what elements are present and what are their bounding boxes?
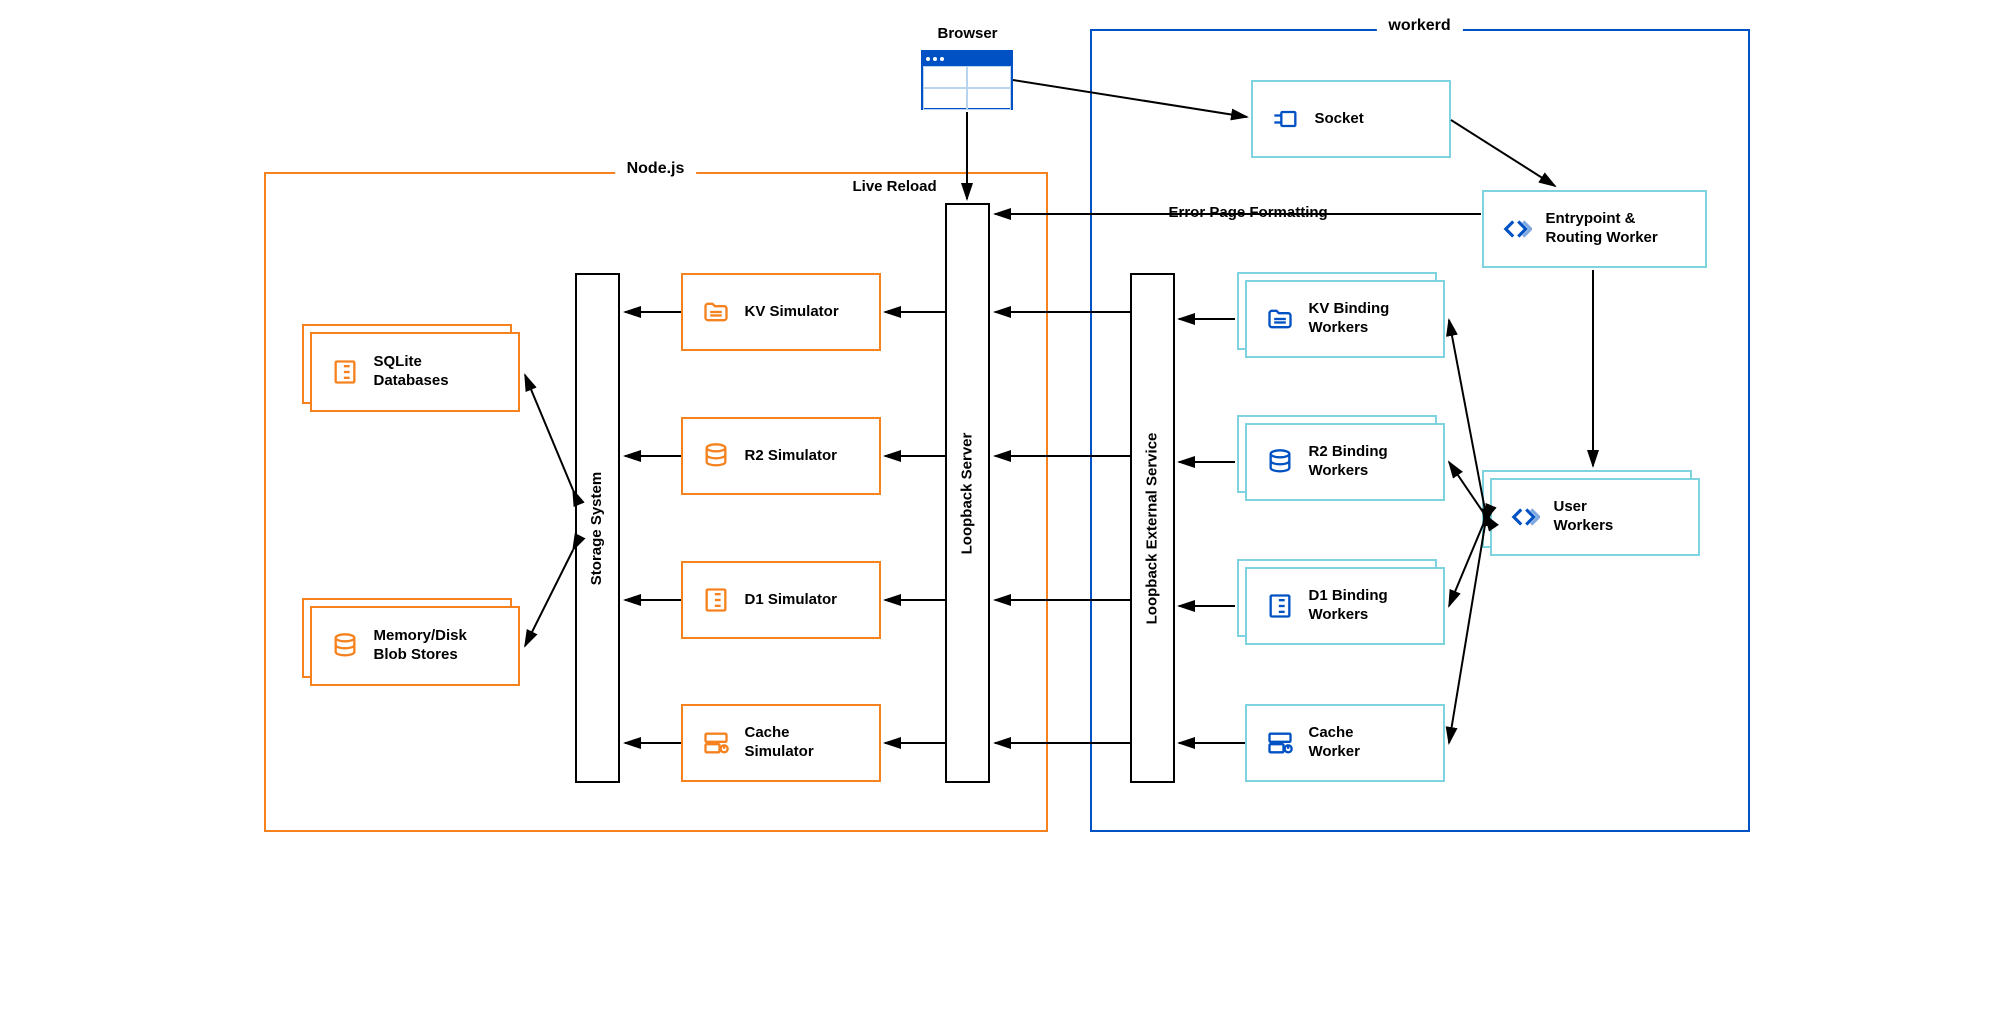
storage-system: Storage System	[575, 273, 620, 783]
node-user: User Workers	[1490, 478, 1700, 556]
node-cache-sim: Cache Simulator	[681, 704, 881, 782]
code-icon	[1510, 502, 1540, 532]
node-entry: Entrypoint & Routing Worker	[1482, 190, 1707, 268]
server-icon	[330, 357, 360, 387]
database-icon	[701, 441, 731, 471]
node-r2-bind: R2 Binding Workers	[1245, 423, 1445, 501]
node-label: SQLite Databases	[374, 353, 449, 391]
node-cache-worker: Cache Worker	[1245, 704, 1445, 782]
browser-label: Browser	[934, 25, 1002, 42]
node-label: Socket	[1315, 110, 1364, 129]
node-d1-sim: D1 Simulator	[681, 561, 881, 639]
node-kv-sim: KV Simulator	[681, 273, 881, 351]
edge-live-reload: Live Reload	[849, 178, 941, 195]
node-label: KV Binding Workers	[1309, 300, 1390, 338]
node-label: Cache Worker	[1309, 724, 1360, 762]
node-d1-bind: D1 Binding Workers	[1245, 567, 1445, 645]
container-label-nodejs: Node.js	[615, 160, 697, 178]
node-label: D1 Simulator	[745, 591, 838, 610]
database-icon	[330, 631, 360, 661]
cache-icon	[1265, 728, 1295, 758]
database-icon	[1265, 447, 1295, 477]
node-label: Entrypoint & Routing Worker	[1546, 210, 1658, 248]
loopback-server: Loopback Server	[945, 203, 990, 783]
folder-icon	[1265, 304, 1295, 334]
diagram-canvas: Node.js workerd Browser Live Reload Erro…	[235, 10, 1765, 850]
cache-icon	[701, 728, 731, 758]
node-label: R2 Simulator	[745, 447, 838, 466]
edge-error-page: Error Page Formatting	[1165, 204, 1332, 221]
node-memdisk: Memory/Disk Blob Stores	[310, 606, 520, 686]
server-icon	[701, 585, 731, 615]
container-nodejs: Node.js	[264, 172, 1048, 832]
node-label: R2 Binding Workers	[1309, 443, 1388, 481]
node-r2-sim: R2 Simulator	[681, 417, 881, 495]
node-label: KV Simulator	[745, 303, 839, 322]
browser-icon	[921, 50, 1013, 110]
server-icon	[1265, 591, 1295, 621]
code-icon	[1502, 214, 1532, 244]
node-kv-bind: KV Binding Workers	[1245, 280, 1445, 358]
container-label-workerd: workerd	[1376, 17, 1462, 35]
node-label: User Workers	[1554, 498, 1614, 536]
folder-icon	[701, 297, 731, 327]
node-label: Memory/Disk Blob Stores	[374, 627, 467, 665]
node-sqlite: SQLite Databases	[310, 332, 520, 412]
node-socket: Socket	[1251, 80, 1451, 158]
node-label: Cache Simulator	[745, 724, 814, 762]
socket-icon	[1271, 104, 1301, 134]
loopback-external: Loopback External Service	[1130, 273, 1175, 783]
node-label: D1 Binding Workers	[1309, 587, 1388, 625]
